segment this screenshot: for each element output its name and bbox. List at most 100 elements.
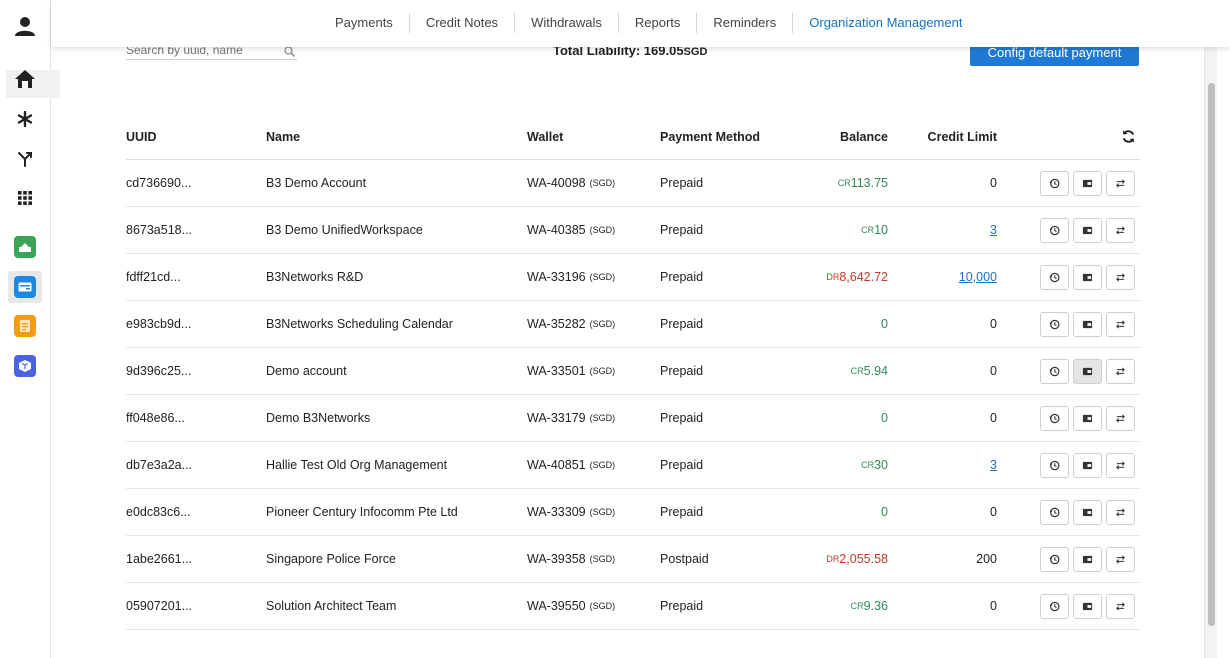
history-button[interactable] <box>1040 405 1069 431</box>
transfer-button[interactable] <box>1106 499 1135 525</box>
payment-method-cell: Prepaid <box>660 458 704 472</box>
history-button[interactable] <box>1040 358 1069 384</box>
uuid-cell: ff048e86... <box>126 411 185 425</box>
tab-payments[interactable]: Payments <box>319 13 409 33</box>
orange-notes-app-icon[interactable] <box>10 311 40 341</box>
credit-limit-cell: 0 <box>990 176 997 190</box>
name-cell: B3 Demo UnifiedWorkspace <box>266 223 423 237</box>
wallet-button[interactable] <box>1073 499 1102 525</box>
history-button[interactable] <box>1040 452 1069 478</box>
payment-method-cell: Prepaid <box>660 270 704 284</box>
history-button[interactable] <box>1040 546 1069 572</box>
row-actions <box>1040 583 1140 629</box>
wallet-cell: WA-33179 (SGD) <box>527 395 647 441</box>
wallet-button[interactable] <box>1073 264 1102 290</box>
column-header-uuid[interactable]: UUID <box>126 114 256 159</box>
transfer-button[interactable] <box>1106 170 1135 196</box>
main-content: Total Liability: 169.05SGD Config defaul… <box>51 0 1217 658</box>
credit-limit-cell: 3 <box>906 207 997 253</box>
tab-credit-notes[interactable]: Credit Notes <box>408 13 514 33</box>
transfer-button[interactable] <box>1106 358 1135 384</box>
table-row[interactable]: fdff21cd... B3Networks R&D WA-33196 (SGD) Pr… <box>126 254 1140 301</box>
tab-withdrawals[interactable]: Withdrawals <box>514 13 618 33</box>
column-header-payment-method[interactable]: Payment Method <box>660 114 780 159</box>
transfer-button[interactable] <box>1106 452 1135 478</box>
credit-limit-link[interactable]: 3 <box>990 223 997 237</box>
balance-cell: CR 9.36 <box>786 583 888 629</box>
transfer-button[interactable] <box>1106 546 1135 572</box>
wallet-button[interactable] <box>1073 217 1102 243</box>
column-header-wallet[interactable]: Wallet <box>527 114 647 159</box>
tab-organization-management[interactable]: Organization Management <box>792 13 978 33</box>
table-row[interactable]: 8673a518... B3 Demo UnifiedWorkspace WA-40… <box>126 207 1140 254</box>
transfer-button[interactable] <box>1106 311 1135 337</box>
balance-prefix: CR <box>861 225 875 235</box>
transfer-button[interactable] <box>1106 405 1135 431</box>
fork-icon[interactable] <box>10 144 40 174</box>
payment-method-cell: Postpaid <box>660 552 709 566</box>
credit-limit-link[interactable]: 10,000 <box>959 270 997 284</box>
table-row[interactable]: e0dc83c6... Pioneer Century Infocomm Pte … <box>126 489 1140 536</box>
payment-method-cell: Prepaid <box>660 411 704 425</box>
history-icon <box>1049 225 1060 236</box>
wallet-button[interactable] <box>1073 311 1102 337</box>
wallet-button[interactable] <box>1073 170 1102 196</box>
wallet-cell: WA-39550 (SGD) <box>527 583 647 629</box>
history-button[interactable] <box>1040 593 1069 619</box>
history-button[interactable] <box>1040 311 1069 337</box>
table-row[interactable]: 1abe2661... Singapore Police Force WA-3935… <box>126 536 1140 583</box>
name-cell: Hallie Test Old Org Management <box>266 458 448 472</box>
balance-value: 0 <box>881 411 888 425</box>
wallet-cell: WA-35282 (SGD) <box>527 301 647 347</box>
column-header-balance[interactable]: Balance <box>786 114 888 159</box>
balance-value: 2,055.58 <box>839 552 888 566</box>
transfer-button[interactable] <box>1106 217 1135 243</box>
history-button[interactable] <box>1040 170 1069 196</box>
table-row[interactable]: cd736690... B3 Demo Account WA-40098 (SGD) P… <box>126 160 1140 207</box>
refresh-icon[interactable] <box>1040 114 1140 159</box>
wallet-id: WA-33309 <box>527 505 586 519</box>
history-button[interactable] <box>1040 217 1069 243</box>
green-app-icon[interactable] <box>10 232 40 262</box>
wallet-cell: WA-40385 (SGD) <box>527 207 647 253</box>
transfer-button[interactable] <box>1106 264 1135 290</box>
blue-box-app-icon[interactable] <box>10 351 40 381</box>
blue-card-app-icon[interactable] <box>10 272 40 302</box>
wallet-button[interactable] <box>1073 546 1102 572</box>
table-row[interactable]: 05907201... Solution Architect Team WA-395… <box>126 583 1140 630</box>
user-icon[interactable] <box>10 11 40 41</box>
wallet-currency: (SGD) <box>589 319 616 329</box>
home-icon[interactable] <box>10 64 40 94</box>
balance-prefix: CR <box>861 460 875 470</box>
credit-limit-link[interactable]: 3 <box>990 458 997 472</box>
table-row[interactable]: db7e3a2a... Hallie Test Old Org Managemen… <box>126 442 1140 489</box>
asterisk-icon[interactable] <box>10 104 40 134</box>
history-button[interactable] <box>1040 264 1069 290</box>
tab-reports[interactable]: Reports <box>617 13 697 33</box>
uuid-cell: 9d396c25... <box>126 364 192 378</box>
wallet-currency: (SGD) <box>589 507 616 517</box>
wallet-button[interactable] <box>1073 452 1102 478</box>
scrollbar-thumb[interactable] <box>1208 83 1215 626</box>
wallet-button[interactable] <box>1073 358 1102 384</box>
credit-limit-cell: 0 <box>990 317 997 331</box>
tab-reminders[interactable]: Reminders <box>696 13 792 33</box>
column-header-name[interactable]: Name <box>266 114 516 159</box>
apps-grid-icon[interactable] <box>10 183 40 213</box>
uuid-cell: 05907201... <box>126 599 193 613</box>
name-cell: B3 Demo Account <box>266 176 367 190</box>
wallet-button[interactable] <box>1073 405 1102 431</box>
transfer-icon <box>1115 413 1126 424</box>
history-button[interactable] <box>1040 499 1069 525</box>
table-row[interactable]: 9d396c25... Demo account WA-33501 (SGD) Prep… <box>126 348 1140 395</box>
wallet-id: WA-33501 <box>527 364 586 378</box>
column-header-credit-limit[interactable]: Credit Limit <box>906 114 997 159</box>
row-actions <box>1040 254 1140 300</box>
table-row[interactable]: e983cb9d... B3Networks Scheduling Calenda… <box>126 301 1140 348</box>
transfer-button[interactable] <box>1106 593 1135 619</box>
table-row[interactable]: ff048e86... Demo B3Networks WA-33179 (SGD) P… <box>126 395 1140 442</box>
wallet-icon <box>1082 507 1093 518</box>
vertical-scrollbar[interactable] <box>1204 47 1217 658</box>
wallet-button[interactable] <box>1073 593 1102 619</box>
credit-limit-cell: 0 <box>990 364 997 378</box>
